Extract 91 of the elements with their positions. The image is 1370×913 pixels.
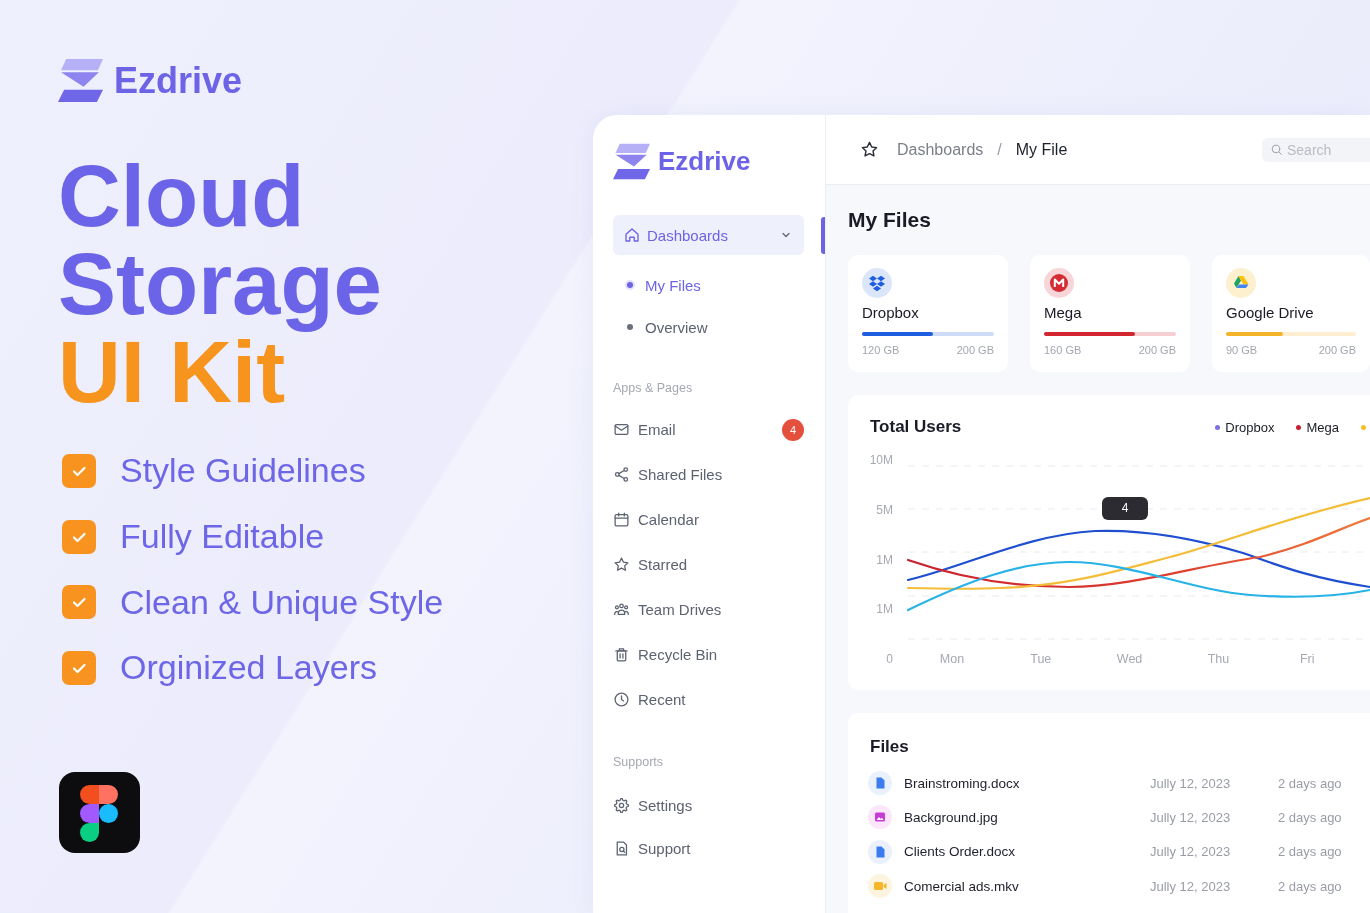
- file-modified: 2 days ago: [1278, 844, 1342, 860]
- breadcrumb-link[interactable]: Dashboards: [897, 140, 984, 159]
- storage-name: Dropbox: [862, 304, 919, 322]
- search-field[interactable]: Search: [1262, 137, 1370, 162]
- feature-text: Clean & Unique Style: [120, 582, 444, 622]
- file-date: Jully 12, 2023: [1150, 844, 1231, 860]
- axis-label: 1M: [876, 552, 893, 567]
- feature-text: Orginized Layers: [120, 648, 377, 688]
- headline-text: Cloud: [58, 152, 305, 240]
- active-indicator: [821, 216, 825, 254]
- total-label: 200 GB: [956, 344, 994, 356]
- storage-card[interactable]: Mega 160 GB 200 GB: [1030, 255, 1190, 372]
- share-icon: [613, 466, 630, 483]
- used-label: 160 GB: [1044, 344, 1082, 356]
- total-label: 200 GB: [1138, 344, 1176, 356]
- notification-badge: 4: [782, 418, 804, 441]
- chart-tooltip: 4: [1102, 497, 1148, 520]
- total-label: 200 GB: [1318, 344, 1356, 356]
- calendar-icon: [613, 511, 630, 528]
- logo-icon: [613, 143, 650, 180]
- trash-icon: [613, 646, 630, 663]
- brand-name: Ezdrive: [114, 59, 243, 103]
- breadcrumb-current: My File: [1015, 140, 1068, 159]
- breadcrumb-separator: /: [997, 140, 1002, 159]
- sidebar-item[interactable]: Calendar: [613, 497, 804, 542]
- legend-label: Mega: [1306, 419, 1339, 435]
- axis-label: Fri: [1299, 652, 1315, 667]
- file-date: Jully 12, 2023: [1150, 775, 1231, 791]
- sidebar-item[interactable]: Support: [613, 827, 804, 870]
- mail-icon: [613, 421, 630, 438]
- star-icon[interactable]: [860, 140, 879, 159]
- axis-label: Mon: [939, 652, 965, 667]
- people-icon: [613, 601, 630, 618]
- axis-label: 1M: [876, 602, 893, 617]
- page-title: My Files: [848, 207, 931, 233]
- star-icon: [613, 556, 630, 573]
- feature-text: Style Guidelines: [120, 451, 366, 491]
- storage-name: Google Drive: [1226, 304, 1314, 322]
- file-name[interactable]: Clients Order.docx: [904, 844, 1016, 860]
- file-date: Jully 12, 2023: [1150, 809, 1231, 825]
- used-label: 90 GB: [1226, 344, 1258, 356]
- sidebar-item[interactable]: Shared Files: [613, 452, 804, 497]
- logo-icon: [58, 58, 103, 103]
- bullet-icon: [627, 282, 633, 288]
- sidebar-item[interactable]: Settings: [613, 784, 804, 827]
- axis-label: Wed: [1116, 652, 1143, 667]
- sidebar-subitem[interactable]: Overview: [613, 306, 804, 348]
- chart-title: Total Users: [870, 417, 962, 437]
- feature-text: Fully Editable: [120, 517, 325, 557]
- sidebar-item[interactable]: Email 4: [613, 407, 804, 452]
- sidebar-item[interactable]: Team Drives: [613, 587, 804, 632]
- files-title: Files: [870, 737, 909, 757]
- storage-name: Mega: [1044, 304, 1082, 322]
- nav-item[interactable]: Dashboards: [613, 215, 804, 255]
- sidebar-item[interactable]: Recent: [613, 677, 804, 722]
- clock-icon: [613, 691, 630, 708]
- home-icon: [623, 226, 641, 244]
- section-title: Supports: [613, 754, 664, 771]
- axis-label: Thu: [1207, 652, 1230, 667]
- document-icon: [868, 771, 892, 796]
- legend-label: Dropbox: [1225, 419, 1275, 435]
- file-modified: 2 days ago: [1278, 775, 1342, 791]
- used-label: 120 GB: [862, 344, 900, 356]
- sidebar-subitem[interactable]: My Files: [613, 264, 804, 306]
- mega-logo-icon: [1044, 268, 1074, 298]
- dropbox-logo-icon: [862, 268, 892, 298]
- file-name[interactable]: Comercial ads.mkv: [904, 878, 1019, 894]
- file-date: Jully 12, 2023: [1150, 878, 1231, 894]
- axis-label: 0: [886, 652, 893, 667]
- file-modified: 2 days ago: [1278, 878, 1342, 894]
- image-icon: [868, 805, 892, 830]
- sidebar-item[interactable]: Recycle Bin: [613, 632, 804, 677]
- section-title: Apps & Pages: [613, 380, 693, 397]
- headline-text: UI Kit: [58, 328, 286, 416]
- storage-card[interactable]: Google Drive 90 GB 200 GB: [1212, 255, 1370, 372]
- figma-logo-icon: [59, 771, 140, 853]
- file-modified: 2 days ago: [1278, 809, 1342, 825]
- sidebar-item[interactable]: Starred: [613, 542, 804, 587]
- document-icon: [868, 839, 892, 864]
- axis-label: 10M: [870, 453, 893, 468]
- file-name[interactable]: Background.jpg: [904, 809, 998, 825]
- axis-label: Tue: [1030, 652, 1052, 667]
- search-icon: [1270, 143, 1283, 156]
- axis-label: 5M: [876, 502, 893, 517]
- file-name[interactable]: Brainstroming.docx: [904, 775, 1020, 791]
- bullet-icon: [627, 324, 633, 330]
- settings-icon: [613, 797, 630, 814]
- brand-name: Ezdrive: [658, 146, 751, 177]
- drive-logo-icon: [1226, 268, 1256, 298]
- video-icon: [868, 874, 892, 899]
- storage-card[interactable]: Dropbox 120 GB 200 GB: [848, 255, 1008, 372]
